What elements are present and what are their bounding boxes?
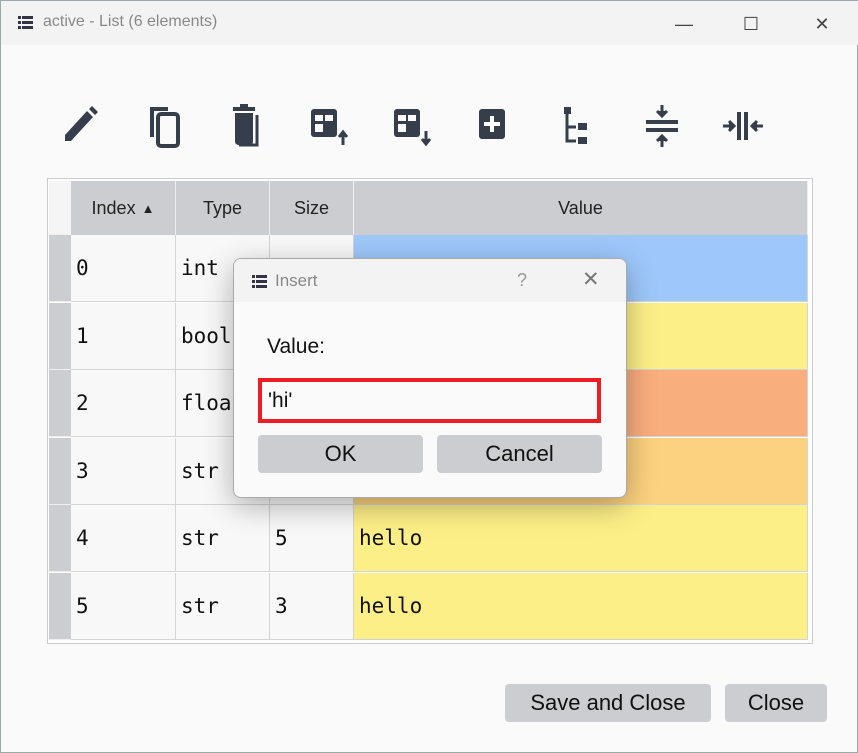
add-button[interactable] bbox=[473, 103, 519, 149]
insert-below-button[interactable] bbox=[390, 103, 436, 149]
row-header[interactable] bbox=[49, 370, 71, 437]
copy-button[interactable] bbox=[142, 103, 188, 149]
insert-above-icon bbox=[311, 109, 349, 145]
ok-button[interactable]: OK bbox=[258, 435, 423, 473]
window-title: active - List (6 elements) bbox=[43, 13, 218, 30]
cancel-button[interactable]: Cancel bbox=[437, 435, 602, 473]
dialog-title-bar: Insert ? ✕ bbox=[234, 259, 626, 302]
close-footer-button[interactable]: Close bbox=[725, 684, 827, 722]
column-header-index[interactable]: Index ▲ bbox=[71, 181, 176, 235]
cell-index[interactable]: 1 bbox=[71, 302, 176, 370]
row-header[interactable] bbox=[49, 235, 71, 302]
row-header[interactable] bbox=[49, 505, 71, 572]
column-header-size[interactable]: Size bbox=[270, 181, 354, 235]
edit-icon bbox=[65, 106, 98, 141]
list-icon bbox=[252, 275, 267, 288]
title-bar: active - List (6 elements) — ☐ ✕ bbox=[1, 1, 858, 45]
cell-index[interactable]: 0 bbox=[71, 235, 176, 302]
cell-index[interactable]: 5 bbox=[71, 572, 176, 640]
cell-index[interactable]: 2 bbox=[71, 370, 176, 437]
dialog-close-button[interactable]: ✕ bbox=[582, 267, 600, 292]
cell-size[interactable]: 3 bbox=[270, 572, 354, 640]
cell-type[interactable]: str bbox=[176, 505, 270, 572]
help-button[interactable]: ? bbox=[517, 270, 527, 291]
row-header[interactable] bbox=[49, 572, 71, 640]
cell-index[interactable]: 4 bbox=[71, 505, 176, 572]
list-icon bbox=[18, 16, 33, 29]
tree-view-icon bbox=[564, 107, 587, 144]
corner-header[interactable] bbox=[49, 181, 71, 235]
row-header[interactable] bbox=[49, 437, 71, 505]
tree-view-button[interactable] bbox=[556, 103, 602, 149]
maximize-button[interactable]: ☐ bbox=[738, 11, 764, 37]
cell-type[interactable]: str bbox=[176, 572, 270, 640]
expand-icon bbox=[723, 112, 763, 140]
delete-button[interactable] bbox=[225, 103, 271, 149]
cell-index[interactable]: 3 bbox=[71, 437, 176, 505]
insert-below-icon bbox=[394, 109, 432, 147]
value-label: Value: bbox=[267, 335, 325, 358]
cell-value[interactable]: hello bbox=[354, 572, 808, 640]
collapse-icon bbox=[646, 105, 678, 147]
save-and-close-button[interactable]: Save and Close bbox=[505, 684, 711, 722]
add-icon bbox=[479, 109, 505, 139]
cell-size[interactable]: 5 bbox=[270, 505, 354, 572]
dialog-title: Insert bbox=[275, 271, 318, 290]
close-button[interactable]: ✕ bbox=[809, 11, 835, 37]
column-header-type[interactable]: Type bbox=[176, 181, 270, 235]
sort-ascending-icon: ▲ bbox=[141, 200, 155, 216]
column-header-value[interactable]: Value bbox=[354, 181, 808, 235]
delete-icon bbox=[233, 104, 259, 147]
insert-above-button[interactable] bbox=[307, 103, 353, 149]
collapse-button[interactable] bbox=[639, 103, 685, 149]
cell-value[interactable]: hello bbox=[354, 505, 808, 572]
edit-button[interactable] bbox=[59, 103, 105, 149]
value-input[interactable]: 'hi' bbox=[258, 378, 601, 423]
expand-button[interactable] bbox=[721, 103, 767, 149]
insert-dialog: Insert ? ✕ Value: 'hi' OK Cancel bbox=[233, 258, 627, 498]
row-header[interactable] bbox=[49, 302, 71, 370]
copy-icon bbox=[150, 107, 180, 148]
minimize-button[interactable]: — bbox=[671, 11, 697, 37]
